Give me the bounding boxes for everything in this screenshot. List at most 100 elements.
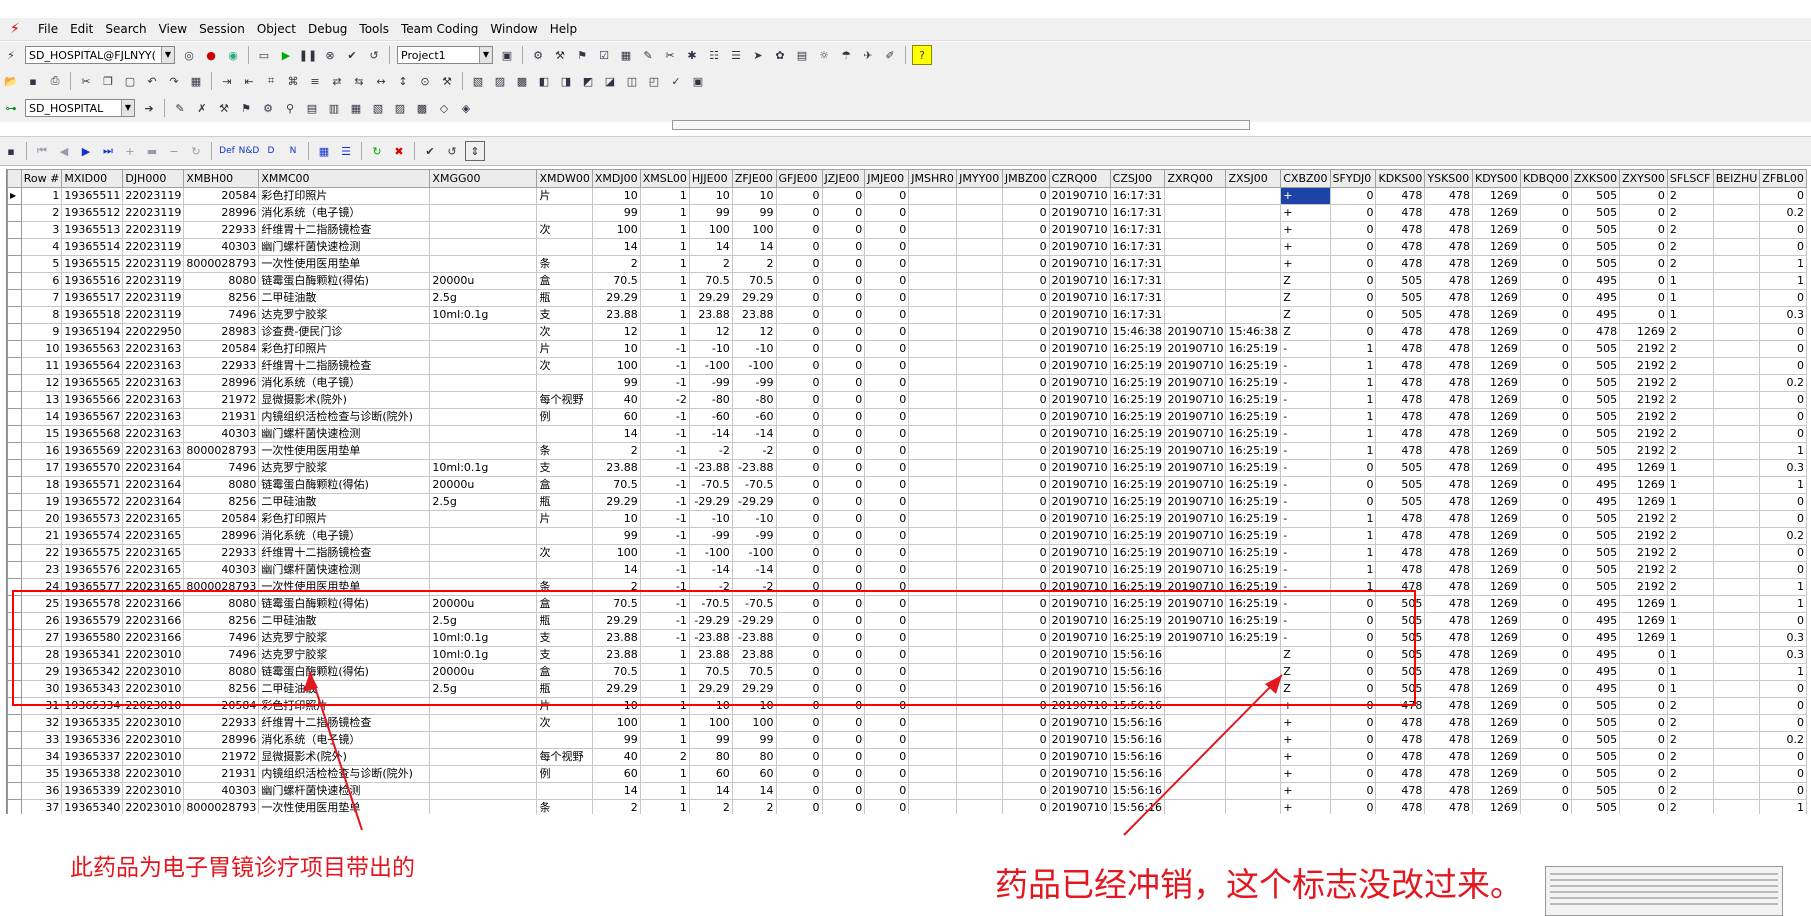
table-cell[interactable]: -14 (731, 425, 777, 443)
table-cell[interactable]: 0 (775, 289, 823, 307)
table-cell[interactable]: + (1280, 187, 1331, 205)
table-cell[interactable]: 16:17:31 (1109, 187, 1166, 205)
menu-file[interactable]: File (32, 18, 64, 40)
table-cell[interactable]: 0 (864, 799, 910, 814)
table-cell[interactable]: 0 (1001, 442, 1050, 460)
table-cell[interactable]: 0 (1519, 544, 1572, 562)
table-cell[interactable]: 505 (1570, 765, 1621, 783)
table-cell[interactable]: 19365340 (61, 799, 124, 814)
table-cell[interactable]: 0 (1329, 255, 1377, 273)
table-cell[interactable]: 瓶 (536, 493, 593, 511)
table-cell[interactable]: 99 (688, 731, 733, 749)
table-cell[interactable]: 60 (591, 408, 641, 426)
table-cell[interactable]: 1269 (1472, 255, 1521, 273)
table-cell[interactable]: -100 (731, 544, 777, 562)
table-cell[interactable]: Z (1280, 306, 1331, 324)
table-cell[interactable]: 0 (1329, 272, 1377, 290)
table-row[interactable]: 11 19365564 22023163 22933 纤维胃十二指肠镜检查次 100 -1-… (7, 357, 1807, 375)
table-cell[interactable] (1712, 663, 1761, 681)
table-cell[interactable]: 0 (864, 391, 910, 409)
row-selector[interactable] (7, 493, 22, 511)
table-cell[interactable]: 19365518 (61, 306, 124, 324)
table-cell[interactable]: + (1280, 782, 1331, 800)
table-cell[interactable]: 1 (639, 306, 690, 324)
table-cell[interactable]: 478 (1424, 612, 1474, 630)
table-cell[interactable]: 70.5 (731, 272, 777, 290)
table-cell[interactable]: 12 (688, 323, 733, 341)
table-cell[interactable] (908, 731, 958, 749)
table-cell[interactable]: 0 (1329, 782, 1377, 800)
table-cell[interactable]: 478 (1375, 357, 1426, 375)
table-cell[interactable]: 条 (536, 799, 593, 814)
table-cell[interactable]: 21931 (183, 408, 260, 426)
table-cell[interactable]: 16:25:19 (1225, 357, 1282, 375)
table-cell[interactable]: 0 (1519, 663, 1572, 681)
table-cell[interactable]: 0 (1519, 255, 1572, 273)
table-cell[interactable]: 1 (1666, 272, 1714, 290)
table-cell[interactable]: 1269 (1472, 765, 1521, 783)
table-cell[interactable]: 22933 (183, 357, 260, 375)
table-cell[interactable]: 消化系统（电子镜） (258, 374, 431, 392)
table-cell[interactable]: 20190710 (1048, 255, 1111, 273)
table-cell[interactable]: -100 (688, 357, 733, 375)
table-row[interactable]: 3 19365513 22023119 22933 纤维胃十二指肠镜检查次 100 1 100… (7, 221, 1807, 239)
table-cell[interactable]: 22023119 (122, 289, 185, 307)
table-cell[interactable] (1225, 187, 1282, 205)
table-cell[interactable]: 20190710 (1164, 442, 1227, 460)
table-cell[interactable]: 0 (1329, 459, 1377, 477)
table-cell[interactable]: 478 (1424, 561, 1474, 579)
table-cell[interactable]: 1269 (1472, 748, 1521, 766)
tool-icon[interactable]: ✱ (683, 46, 701, 64)
table-cell[interactable]: -1 (639, 493, 690, 511)
table-cell[interactable]: 22023119 (122, 204, 185, 222)
table-cell[interactable]: 0 (1001, 408, 1050, 426)
table-cell[interactable]: 0 (821, 187, 866, 205)
table-cell[interactable]: 478 (1375, 527, 1426, 545)
table-cell[interactable]: 0 (1619, 272, 1668, 290)
tool-icon[interactable]: ▨ (491, 72, 509, 90)
table-cell[interactable]: 22023163 (122, 425, 185, 443)
column-header[interactable]: BEIZHU (1712, 169, 1761, 188)
table-cell[interactable] (536, 561, 593, 579)
table-row[interactable]: 7 19365517 22023119 8256 二甲硅油散 2.5g 瓶 29.29 1 29.… (7, 289, 1807, 307)
table-cell[interactable]: 505 (1570, 187, 1621, 205)
table-cell[interactable]: 22023163 (122, 374, 185, 392)
table-cell[interactable]: 99 (591, 731, 641, 749)
table-cell[interactable]: 28996 (183, 204, 260, 222)
table-cell[interactable] (908, 204, 958, 222)
column-header[interactable]: ZXSJ00 (1225, 169, 1282, 188)
table-cell[interactable]: 478 (1424, 408, 1474, 426)
table-cell[interactable]: 20190710 (1164, 527, 1227, 545)
table-cell[interactable]: 1269 (1472, 357, 1521, 375)
table-cell[interactable]: 20190710 (1048, 748, 1111, 766)
project-select[interactable]: Project1 ▼ (397, 46, 493, 64)
table-cell[interactable] (956, 527, 1003, 545)
table-cell[interactable]: 0 (1619, 765, 1668, 783)
table-row[interactable]: 2 19365512 22023119 28996 消化系统（电子镜） 99 1 99 99 0 0… (7, 204, 1807, 222)
column-header[interactable]: XMDJ00 (591, 169, 641, 188)
table-cell[interactable]: 16:25:19 (1109, 391, 1166, 409)
table-cell[interactable]: 20190710 (1048, 544, 1111, 562)
table-cell[interactable]: 0 (1519, 765, 1572, 783)
row-selector[interactable] (7, 323, 22, 341)
current-row-indicator-icon[interactable]: ▶ (7, 187, 22, 205)
table-cell[interactable]: 2 (1666, 408, 1714, 426)
table-cell[interactable]: - (1280, 544, 1331, 562)
table-cell[interactable] (429, 391, 538, 409)
table-cell[interactable]: 彩色打印照片 (258, 340, 431, 358)
table-cell[interactable]: 505 (1570, 561, 1621, 579)
table-cell[interactable]: 16:25:19 (1225, 408, 1282, 426)
tool-icon[interactable]: ◈ (457, 99, 475, 117)
table-cell[interactable]: 16:25:19 (1109, 357, 1166, 375)
table-cell[interactable]: 40303 (183, 561, 260, 579)
table-cell[interactable]: 1 (639, 238, 690, 256)
table-cell[interactable]: 1269 (1472, 510, 1521, 528)
table-cell[interactable]: 20190710 (1048, 289, 1111, 307)
table-cell[interactable]: -2 (639, 391, 690, 409)
indent-icon[interactable]: ⇥ (218, 72, 236, 90)
table-cell[interactable]: 0 (1329, 289, 1377, 307)
table-cell[interactable]: 1269 (1472, 187, 1521, 205)
table-cell[interactable]: 0 (1519, 578, 1572, 596)
table-cell[interactable]: 2192 (1619, 578, 1668, 596)
grid-view-icon[interactable]: ▦ (315, 142, 333, 160)
